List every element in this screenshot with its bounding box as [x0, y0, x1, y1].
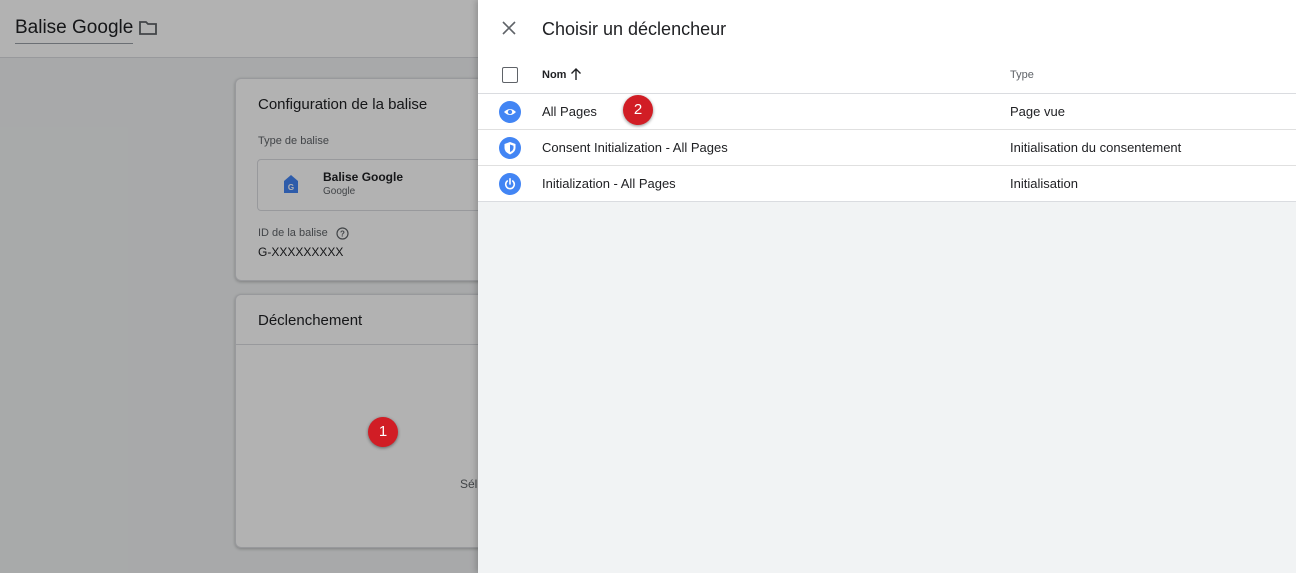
trigger-name: Initialization - All Pages	[542, 176, 676, 191]
panel-title: Choisir un déclencheur	[542, 19, 727, 39]
trigger-row-initialization[interactable]: Initialization - All Pages Initialisatio…	[478, 166, 1296, 201]
choose-trigger-panel: Choisir un déclencheur Nom Type All Page…	[478, 0, 1296, 573]
column-header-name[interactable]: Nom	[542, 69, 566, 81]
table-header: Nom Type	[478, 58, 1296, 94]
select-all-checkbox[interactable]	[502, 67, 518, 83]
power-icon	[499, 173, 521, 195]
trigger-name: Consent Initialization - All Pages	[542, 140, 728, 155]
trigger-row-all-pages[interactable]: All Pages Page vue	[478, 94, 1296, 130]
step-badge-1: 1	[368, 417, 398, 447]
column-header-type[interactable]: Type	[1010, 69, 1034, 81]
trigger-type: Initialisation	[1010, 176, 1078, 191]
trigger-name: All Pages	[542, 104, 597, 119]
eye-icon	[499, 101, 521, 123]
arrow-up-icon[interactable]	[570, 67, 582, 86]
trigger-table: Nom Type All Pages Page vue Consent Init…	[478, 58, 1296, 202]
panel-header: Choisir un déclencheur	[478, 0, 1296, 58]
trigger-type: Initialisation du consentement	[1010, 140, 1182, 155]
step-badge-2: 2	[623, 95, 653, 125]
shield-icon	[499, 137, 521, 159]
trigger-row-consent-initialization[interactable]: Consent Initialization - All Pages Initi…	[478, 130, 1296, 166]
trigger-type: Page vue	[1010, 104, 1065, 119]
close-icon[interactable]	[501, 20, 517, 41]
